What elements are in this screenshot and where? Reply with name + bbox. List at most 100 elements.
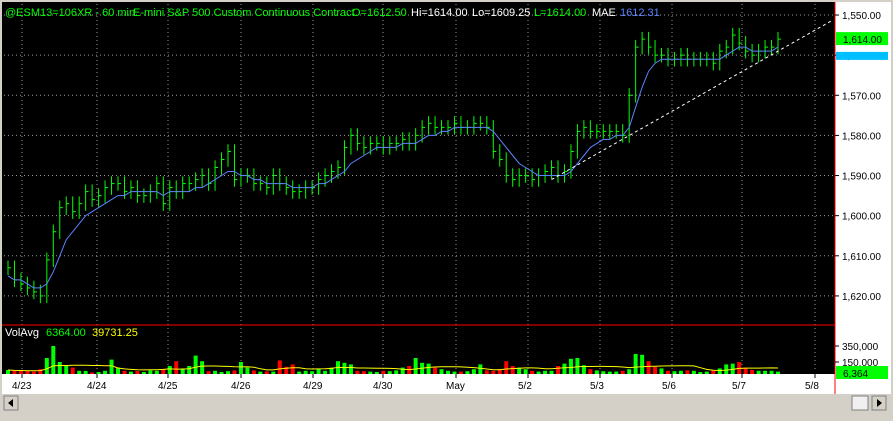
volume-bar-down — [484, 370, 489, 374]
volume-bar-up — [394, 370, 399, 374]
volume-bar-down — [750, 370, 755, 374]
volume-bar-down — [666, 370, 670, 374]
volume-bar-up — [607, 371, 612, 374]
volume-bar-up — [523, 369, 528, 374]
volume-bar-down — [646, 361, 651, 374]
volume-bar-up — [543, 370, 548, 374]
volume-bar-up — [323, 370, 328, 374]
volume-bar-down — [355, 370, 360, 374]
date-tick-label: 5/3 — [590, 381, 604, 392]
volume-bar-up — [57, 362, 62, 374]
price-tick-label: 1,590.00 — [842, 172, 881, 183]
scroll-thumb[interactable] — [851, 395, 869, 411]
volume-bar-down — [277, 360, 282, 374]
volume-bar-down — [361, 371, 366, 374]
plot-area — [2, 2, 835, 374]
volume-bar-up — [640, 354, 645, 374]
volume-bar-down — [458, 371, 463, 374]
volume-bar-up — [776, 371, 780, 374]
volume-bar-up — [96, 372, 101, 374]
volume-bar-up — [213, 370, 218, 374]
date-tick-label: 4/30 — [373, 381, 393, 392]
date-tick-label: 5/7 — [732, 381, 746, 392]
volume-bar-up — [568, 358, 573, 374]
scrollbar-track[interactable] — [2, 394, 891, 419]
volume-bar-down — [433, 367, 438, 374]
volume-bar-up — [400, 367, 405, 374]
high-value: Hi=1614.00 — [411, 7, 468, 19]
volume-bar-down — [711, 370, 716, 374]
chart-window: 1,620.00 1,610.00 1,600.00 1,590.00 1,580.00… — [0, 0, 893, 421]
volume-bar-up — [704, 371, 709, 374]
volume-bar-down — [174, 361, 179, 374]
volume-bar-up — [672, 371, 677, 374]
volume-bar-down — [31, 371, 36, 374]
volume-bar-down — [530, 370, 535, 374]
volume-bar-down — [556, 366, 560, 374]
volavg-value-2: 39731.25 — [92, 327, 138, 339]
volume-bar-up — [51, 346, 56, 374]
volume-bar-down — [12, 370, 17, 374]
date-tick-label: 5/6 — [662, 381, 676, 392]
volume-bar-down — [510, 366, 515, 374]
volume-bar-up — [200, 361, 205, 374]
volume-bar-up — [452, 371, 457, 374]
volavg-value-1: 6364.00 — [46, 327, 86, 339]
mae-value: 1612.31 — [620, 7, 660, 19]
price-tick-label: 1,600.00 — [842, 212, 881, 223]
date-tick-label: 4/26 — [231, 381, 251, 392]
volume-bar-up — [310, 371, 315, 374]
date-tick-label: 5/2 — [518, 381, 532, 392]
volume-tick-label: 350,000 — [842, 342, 879, 353]
volume-bar-down — [251, 370, 256, 374]
volume-bar-up — [756, 370, 761, 374]
volume-bar-up — [103, 370, 108, 374]
chart-canvas: 1,620.00 1,610.00 1,600.00 1,590.00 1,580.00… — [0, 0, 893, 421]
date-tick-label: 4/29 — [303, 381, 323, 392]
price-tick-label: 1,580.00 — [842, 131, 881, 142]
volume-bar-up — [659, 368, 664, 374]
volume-bar-up — [633, 354, 638, 374]
volume-bar-up — [724, 364, 729, 374]
volume-bar-up — [297, 371, 302, 374]
volume-bar-down — [620, 370, 625, 374]
chart-header: @ESM13=106XR - 60 min E-mini S&P 500 Cus… — [5, 7, 660, 19]
volume-bar-down — [70, 367, 75, 374]
volume-bar-up — [594, 370, 599, 374]
volume-bar-down — [381, 370, 386, 374]
volume-bar-down — [90, 372, 95, 374]
volume-bar-up — [245, 367, 250, 374]
last-price-label: 1,614.00 — [843, 35, 882, 46]
volume-bar-down — [232, 370, 237, 374]
price-tick-label: 1,550.00 — [842, 11, 881, 22]
date-tick-label: May — [446, 381, 465, 392]
volume-bar-up — [316, 369, 321, 374]
date-tick-label: 4/24 — [87, 381, 107, 392]
description-label: E-mini S&P 500 Custom Continuous Contrac… — [133, 7, 355, 19]
volume-bar-up — [549, 370, 554, 374]
volume-bar-up — [478, 364, 483, 374]
horizontal-scrollbar[interactable] — [2, 394, 891, 419]
volume-bar-up — [141, 372, 146, 374]
open-value: O=1612.50 — [352, 7, 407, 19]
volume-bar-up — [258, 371, 263, 374]
volume-bar-up — [303, 370, 308, 374]
volume-bar-down — [18, 370, 23, 374]
volume-bar-down — [685, 370, 690, 374]
volume-bar-down — [653, 366, 658, 374]
volume-bar-up — [342, 362, 347, 374]
volume-bar-up — [128, 371, 133, 374]
volume-bar-up — [167, 366, 172, 374]
volume-bar-down — [290, 364, 295, 374]
volume-bar-up — [148, 370, 153, 374]
volume-bar-up — [348, 364, 353, 374]
volume-bar-up — [238, 362, 243, 374]
volume-bar-up — [446, 370, 450, 374]
volume-bar-up — [601, 371, 606, 374]
volume-bar-up — [193, 355, 198, 374]
volume-bar-down — [491, 370, 496, 374]
mae-price-badge — [836, 51, 888, 60]
volume-bar-up — [83, 370, 88, 374]
volume-bar-up — [691, 370, 696, 374]
price-tick-label: 1,610.00 — [842, 252, 881, 263]
